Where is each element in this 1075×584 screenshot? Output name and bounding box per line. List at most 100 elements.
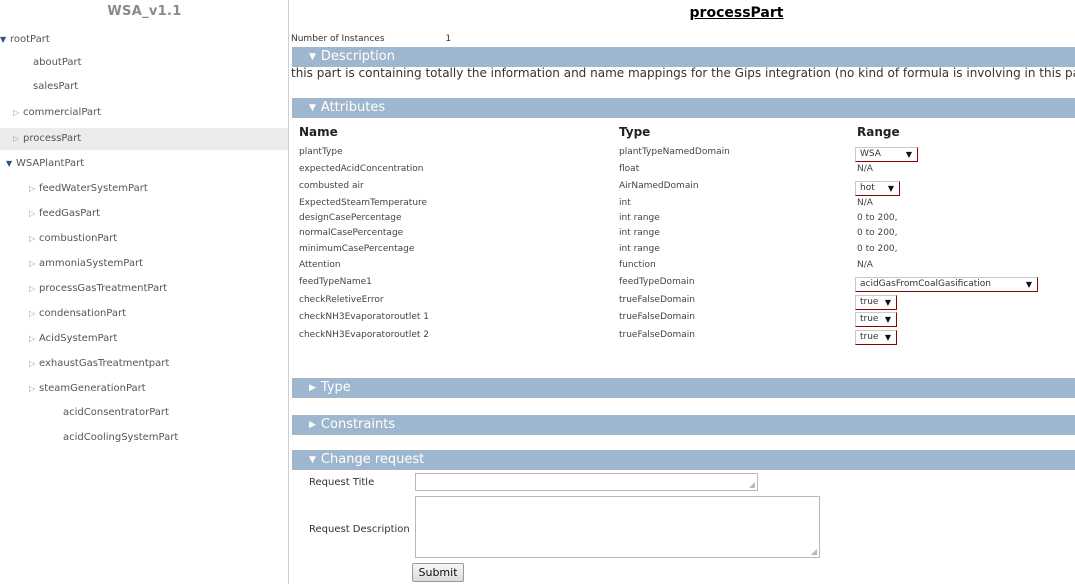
attribute-name: feedTypeName1 <box>299 277 372 287</box>
collapsed-arrow-icon[interactable]: ▷ <box>29 178 39 200</box>
page-title: processPart <box>689 5 784 21</box>
collapsed-arrow-icon[interactable]: ▷ <box>13 102 23 124</box>
resize-grip-icon[interactable]: ◢ <box>811 547 817 556</box>
tree-item[interactable]: ▷ combustionPart <box>0 228 288 250</box>
collapsed-triangle-icon: ▶ <box>309 420 316 430</box>
attribute-row: feedTypeName1 feedTypeDomain acidGasFromCo… <box>289 276 1075 292</box>
tree-item-label: WSAPlantPart <box>16 158 85 169</box>
tree-item[interactable]: salesPart <box>0 76 288 98</box>
attribute-name: designCasePercentage <box>299 213 402 223</box>
attribute-name: checkReletiveError <box>299 295 384 305</box>
tree-item[interactable]: ▼ WSAPlantPart <box>0 153 288 175</box>
tree-item[interactable]: ▷ steamGenerationPart <box>0 378 288 400</box>
attribute-type: plantTypeNamedDomain <box>619 147 730 157</box>
tree-item[interactable]: ▷ exhaustGasTreatmentpart <box>0 353 288 375</box>
collapsed-arrow-icon[interactable]: ▷ <box>29 303 39 325</box>
tree-item[interactable]: ▷ processGasTreatmentPart <box>0 278 288 300</box>
tree-item[interactable]: ▷ ammoniaSystemPart <box>0 253 288 275</box>
attribute-type: trueFalseDomain <box>619 330 695 340</box>
attribute-range: 0 to 200, <box>857 213 898 223</box>
expanded-arrow-icon[interactable]: ▼ <box>0 29 10 51</box>
attribute-row: checkNH3Evaporatoroutlet 2 trueFalseDomai… <box>289 329 1075 345</box>
tree-item[interactable]: ▷ feedGasPart <box>0 203 288 225</box>
tree-item-label: acidConsentratorPart <box>63 407 169 418</box>
attribute-type: trueFalseDomain <box>619 312 695 322</box>
sidebar: WSA_v1.1 ▼ rootPart aboutPart salesPart ▷ com… <box>0 0 289 584</box>
section-change-request-header[interactable]: ▼ Change request <box>292 450 1075 470</box>
collapsed-arrow-icon[interactable]: ▷ <box>29 253 39 275</box>
attribute-row: minimumCasePercentage int range 0 to 200, <box>289 243 1075 259</box>
tree-item[interactable]: aboutPart <box>0 52 288 74</box>
tree-item-label: exhaustGasTreatmentpart <box>39 358 170 369</box>
attribute-range: 0 to 200, <box>857 244 898 254</box>
section-constraints-header[interactable]: ▶ Constraints <box>292 415 1075 435</box>
dropdown-caret-icon: ▼ <box>1025 280 1032 289</box>
tree-item-label: ammoniaSystemPart <box>39 258 144 269</box>
collapsed-arrow-icon[interactable]: ▷ <box>29 353 39 375</box>
collapsed-arrow-icon[interactable]: ▷ <box>13 128 23 150</box>
attribute-row: plantType plantTypeNamedDomain WSA ▼ <box>289 146 1075 162</box>
description-text: this part is containing totally the info… <box>291 66 1075 80</box>
attribute-range-select[interactable]: WSA ▼ <box>855 147 918 162</box>
attribute-name: minimumCasePercentage <box>299 244 415 254</box>
section-type-header[interactable]: ▶ Type <box>292 378 1075 398</box>
tree-item-label: AcidSystemPart <box>39 333 118 344</box>
tree-item-label: processPart <box>23 133 82 144</box>
tree-item[interactable]: ▷ feedWaterSystemPart <box>0 178 288 200</box>
tree-item-label: aboutPart <box>33 57 82 68</box>
attribute-type: trueFalseDomain <box>619 295 695 305</box>
attribute-name: checkNH3Evaporatoroutlet 2 <box>299 330 429 340</box>
collapsed-arrow-icon[interactable]: ▷ <box>29 228 39 250</box>
attribute-range-value: hot <box>860 183 875 193</box>
request-description-input[interactable]: ◢ <box>415 496 820 558</box>
expanded-triangle-icon: ▼ <box>309 52 316 62</box>
request-title-input[interactable]: ◢ <box>415 473 758 491</box>
tree-item[interactable]: ▷ processPart <box>0 128 288 150</box>
expanded-arrow-icon[interactable]: ▼ <box>6 153 16 175</box>
attribute-range-select[interactable]: acidGasFromCoalGasification ▼ <box>855 277 1038 292</box>
collapsed-arrow-icon[interactable]: ▷ <box>29 328 39 350</box>
dropdown-caret-icon: ▼ <box>884 298 891 307</box>
collapsed-arrow-icon[interactable]: ▷ <box>29 278 39 300</box>
attribute-type: feedTypeDomain <box>619 277 695 287</box>
instances-value: 1 <box>445 34 452 44</box>
tree-item[interactable]: acidConsentratorPart <box>0 402 288 424</box>
collapsed-arrow-icon[interactable]: ▷ <box>29 378 39 400</box>
resize-grip-icon[interactable]: ◢ <box>749 480 755 489</box>
section-description-header[interactable]: ▼ Description <box>292 47 1075 67</box>
attribute-row: checkNH3Evaporatoroutlet 1 trueFalseDomai… <box>289 311 1075 327</box>
tree-item-label: combustionPart <box>39 233 118 244</box>
attribute-range-value: true <box>860 297 879 307</box>
dropdown-caret-icon: ▼ <box>905 150 912 159</box>
attribute-name: ExpectedSteamTemperature <box>299 198 428 208</box>
dropdown-caret-icon: ▼ <box>884 333 891 342</box>
attribute-type: function <box>619 260 656 270</box>
attribute-range-select[interactable]: true ▼ <box>855 312 897 327</box>
attribute-row: normalCasePercentage int range 0 to 200, <box>289 227 1075 243</box>
request-description-label: Request Description <box>309 524 410 535</box>
attribute-name: plantType <box>299 147 343 157</box>
tree-item-label: salesPart <box>33 81 79 92</box>
submit-button[interactable]: Submit <box>412 563 464 582</box>
attribute-type: float <box>619 164 640 174</box>
attribute-type: int <box>619 198 631 208</box>
tree-item[interactable]: ▷ AcidSystemPart <box>0 328 288 350</box>
dropdown-caret-icon: ▼ <box>884 315 891 324</box>
attribute-range-select[interactable]: true ▼ <box>855 295 897 310</box>
attribute-type: AirNamedDomain <box>619 181 699 191</box>
attribute-range-value: true <box>860 332 879 342</box>
section-constraints-label: Constraints <box>320 417 396 432</box>
tree-item[interactable]: ▼ rootPart <box>0 29 288 51</box>
attribute-name: expectedAcidConcentration <box>299 164 424 174</box>
attribute-range-select[interactable]: true ▼ <box>855 330 897 345</box>
attribute-type: int range <box>619 213 660 223</box>
tree-item[interactable]: acidCoolingSystemPart <box>0 427 288 449</box>
tree-item[interactable]: ▷ commercialPart <box>0 102 288 124</box>
collapsed-arrow-icon[interactable]: ▷ <box>29 203 39 225</box>
attribute-range-value: acidGasFromCoalGasification <box>860 279 992 289</box>
section-attributes-header[interactable]: ▼ Attributes <box>292 98 1075 118</box>
tree-item-label: steamGenerationPart <box>39 383 146 394</box>
attribute-range-select[interactable]: hot ▼ <box>855 181 900 196</box>
tree-item[interactable]: ▷ condensationPart <box>0 303 288 325</box>
attribute-range: N/A <box>857 198 873 208</box>
